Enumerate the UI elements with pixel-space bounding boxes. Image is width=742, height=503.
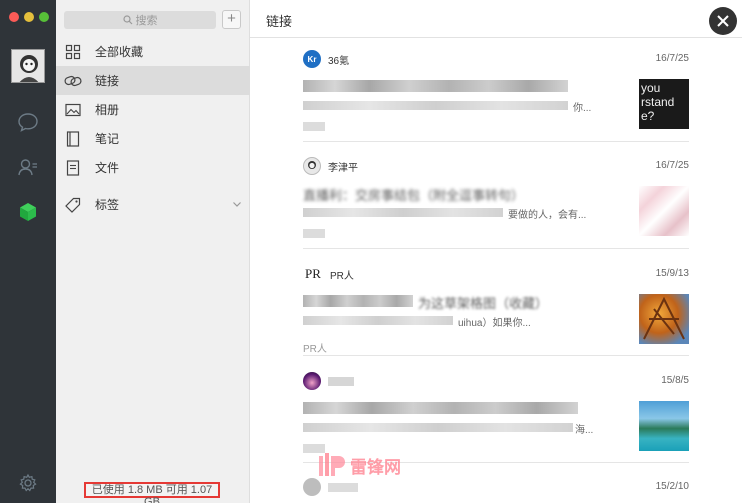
item-summary <box>303 423 573 432</box>
source-name: PR人 <box>330 270 354 282</box>
favorites-cube-icon[interactable] <box>16 200 40 224</box>
source-row: 李津平 <box>303 157 358 175</box>
item-title <box>303 402 578 414</box>
window-minimize-button[interactable] <box>24 12 34 22</box>
item-publisher <box>303 122 325 131</box>
page-title: 链接 <box>266 14 293 29</box>
item-summary <box>303 208 503 217</box>
list-item[interactable]: 李津平 16/7/25 直播利：交房事结包（附全逗事转句） 要做的人，会有... <box>303 157 689 249</box>
grid-icon <box>64 43 82 61</box>
source-avatar <box>303 372 321 390</box>
item-date: 15/9/13 <box>655 268 689 279</box>
sidebar-item-all[interactable]: 全部收藏 <box>56 37 250 66</box>
item-thumbnail <box>639 186 689 236</box>
chevron-down-icon[interactable] <box>232 198 242 212</box>
notebook-icon <box>64 130 82 148</box>
source-name <box>328 482 358 492</box>
source-row: PR PR人 <box>303 265 354 283</box>
photo-icon <box>64 101 82 119</box>
thumbnail-text: you rstand e? <box>641 81 675 123</box>
close-button[interactable] <box>709 7 737 35</box>
chat-bubble-icon[interactable] <box>16 110 40 134</box>
contacts-icon[interactable] <box>16 155 40 179</box>
item-date: 15/8/5 <box>661 375 689 386</box>
item-title: 直播利：交房事结包（附全逗事转句） <box>303 188 525 203</box>
window-controls <box>9 12 49 22</box>
sidebar-item-label: 相册 <box>95 103 120 117</box>
gear-icon[interactable] <box>16 471 40 495</box>
window-close-button[interactable] <box>9 12 19 22</box>
navigation-rail <box>0 0 56 503</box>
watermark-text: 雷锋网 <box>350 457 401 477</box>
source-name: 李津平 <box>328 162 358 174</box>
links-panel: 链接 Kr 36氪 16/7/25 你... you rstand e? 李津平… <box>250 0 742 503</box>
source-name <box>328 376 354 386</box>
source-row <box>303 478 358 496</box>
sidebar-item-photos[interactable]: 相册 <box>56 95 250 124</box>
item-title-blurred <box>303 295 413 307</box>
list-item[interactable]: PR PR人 15/9/13 为这草架格图（收藏） uihua）如果你... P… <box>303 265 689 356</box>
search-icon <box>122 15 132 25</box>
source-avatar <box>303 478 321 496</box>
source-logo: Kr <box>303 50 321 68</box>
link-icon <box>64 72 82 90</box>
favorites-sidebar: 搜索 + 全部收藏 链接 相册 笔记 文件 标签 已使用 1.8 MB 可用 1… <box>56 0 250 503</box>
source-avatar <box>303 157 321 175</box>
list-item[interactable]: 15/2/10 <box>303 478 689 503</box>
sidebar-item-files[interactable]: 文件 <box>56 153 250 182</box>
divider <box>250 37 742 38</box>
item-thumbnail <box>639 401 689 451</box>
sidebar-item-label: 全部收藏 <box>95 45 144 59</box>
item-date: 16/7/25 <box>655 53 689 64</box>
tag-icon <box>64 196 82 214</box>
item-summary <box>303 101 568 110</box>
list-item[interactable]: Kr 36氪 16/7/25 你... you rstand e? <box>303 50 689 142</box>
item-summary <box>303 316 453 325</box>
item-snippet: 要做的人，会有... <box>508 210 587 221</box>
source-row <box>303 372 354 390</box>
sidebar-item-label: 笔记 <box>95 132 120 146</box>
sidebar-item-links[interactable]: 链接 <box>56 66 250 95</box>
item-date: 15/2/10 <box>655 481 689 492</box>
item-snippet: uihua）如果你... <box>458 318 531 329</box>
sidebar-item-label: 标签 <box>95 198 120 212</box>
sidebar-item-label: 链接 <box>95 74 120 88</box>
source-row: Kr 36氪 <box>303 50 349 68</box>
item-title <box>303 80 568 92</box>
window-zoom-button[interactable] <box>39 12 49 22</box>
source-name: 36氪 <box>328 55 350 67</box>
avatar[interactable] <box>11 49 45 83</box>
source-logo: PR <box>303 265 323 283</box>
watermark-logo-icon <box>319 453 345 476</box>
item-publisher: PR人 <box>303 344 327 355</box>
storage-usage: 已使用 1.8 MB 可用 1.07 GB <box>84 482 220 503</box>
item-snippet: 你... <box>573 103 592 114</box>
search-input[interactable]: 搜索 <box>64 11 216 29</box>
item-thumbnail: you rstand e? <box>639 79 689 129</box>
item-date: 16/7/25 <box>655 160 689 171</box>
add-button[interactable]: + <box>222 10 241 29</box>
watermark: 雷锋网 <box>317 452 401 478</box>
close-icon <box>717 15 729 27</box>
item-snippet: 海... <box>575 425 594 436</box>
item-title: 为这草架格图（收藏） <box>418 296 549 311</box>
item-thumbnail <box>639 294 689 344</box>
sidebar-item-notes[interactable]: 笔记 <box>56 124 250 153</box>
search-placeholder: 搜索 <box>135 15 158 27</box>
sidebar-item-label: 文件 <box>95 161 120 175</box>
sidebar-item-tags[interactable]: 标签 <box>56 190 250 219</box>
list-item[interactable]: 15/8/5 海... <box>303 372 689 463</box>
item-publisher <box>303 229 325 238</box>
file-icon <box>64 159 82 177</box>
